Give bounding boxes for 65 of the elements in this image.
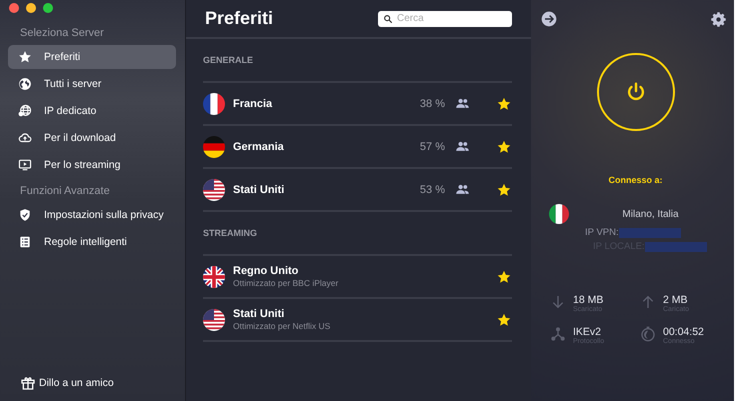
- globe-icon: [18, 104, 32, 118]
- gift-icon: [20, 375, 36, 391]
- server-note: Ottimizzato per Netflix US: [233, 321, 332, 331]
- server-load: 57 %: [420, 140, 445, 152]
- sidebar-item[interactable]: Impostazioni sulla privacy: [8, 203, 176, 227]
- flag-icon: [203, 92, 225, 114]
- server-name[interactable]: Francia: [233, 98, 412, 110]
- redaction-bar: [644, 242, 707, 252]
- server-load: 38 %: [420, 98, 445, 110]
- flag-icon: [203, 136, 225, 158]
- monitor-icon: [18, 158, 32, 172]
- sidebar-item[interactable]: Tutti i server: [8, 72, 176, 96]
- minimize-button[interactable]: [26, 3, 36, 13]
- close-button[interactable]: [9, 3, 19, 13]
- settings-icon[interactable]: [711, 12, 726, 26]
- download-icon: [550, 294, 566, 310]
- flag-icon: [203, 308, 225, 330]
- server-load: 53 %: [420, 184, 445, 196]
- section-heading: Seleziona Server: [19, 27, 105, 41]
- sidebar-item[interactable]: IP dedicato: [8, 99, 176, 123]
- power-button[interactable]: [596, 53, 674, 131]
- cloud-icon: [18, 131, 32, 145]
- star-icon[interactable]: [496, 312, 512, 328]
- star-icon[interactable]: [496, 96, 512, 112]
- vpn-ip-label: IP VPN:: [585, 227, 619, 238]
- server-note: Ottimizzato per BBC iPlayer: [233, 278, 340, 288]
- shield-icon: [18, 208, 32, 222]
- star-icon[interactable]: [496, 268, 512, 284]
- sidebar-item[interactable]: Per lo streaming: [8, 153, 176, 177]
- zoom-button[interactable]: [43, 3, 53, 13]
- users-icon: [455, 139, 470, 154]
- sidebar-item[interactable]: Preferiti: [8, 45, 176, 69]
- stat-value: IKEv2: [573, 326, 602, 338]
- stat-value: 18 MB: [573, 294, 604, 306]
- flag-icon: [549, 204, 569, 224]
- search-icon: [383, 14, 393, 24]
- globe-icon: [18, 77, 32, 91]
- sidebar-item[interactable]: Regole intelligenti: [8, 230, 176, 254]
- star-icon: [18, 50, 32, 64]
- group-heading: GENERALE: [203, 39, 512, 83]
- upload-icon: [640, 294, 656, 310]
- star-icon[interactable]: [496, 138, 512, 154]
- users-icon: [455, 182, 470, 197]
- connection-status: Connesso a:: [608, 175, 662, 185]
- timer-icon: [640, 326, 656, 342]
- network-icon: [550, 326, 566, 342]
- group-heading: STREAMING: [203, 212, 512, 256]
- section-heading: Funzioni Avanzate: [19, 185, 111, 199]
- location-name: Milano, Italia: [621, 208, 680, 220]
- sidebar-item[interactable]: Per il download: [8, 126, 176, 150]
- server-name[interactable]: Regno Unito: [233, 265, 470, 277]
- redaction-bar: [618, 228, 681, 238]
- server-name[interactable]: Stati Uniti: [233, 308, 470, 320]
- stat-value: 00:04:52: [663, 326, 704, 338]
- search-field[interactable]: Cerca: [378, 10, 512, 26]
- users-icon: [455, 96, 470, 111]
- page-title: Preferiti: [205, 8, 274, 29]
- flag-icon: [203, 178, 225, 200]
- flag-icon: [203, 266, 225, 288]
- server-name[interactable]: Germania: [233, 140, 412, 152]
- star-icon[interactable]: [496, 182, 512, 198]
- stat-value: 2 MB: [663, 294, 688, 306]
- server-name[interactable]: Stati Uniti: [233, 184, 412, 196]
- invite-link[interactable]: Dillo a un amico: [8, 375, 176, 391]
- list-icon: [18, 235, 32, 249]
